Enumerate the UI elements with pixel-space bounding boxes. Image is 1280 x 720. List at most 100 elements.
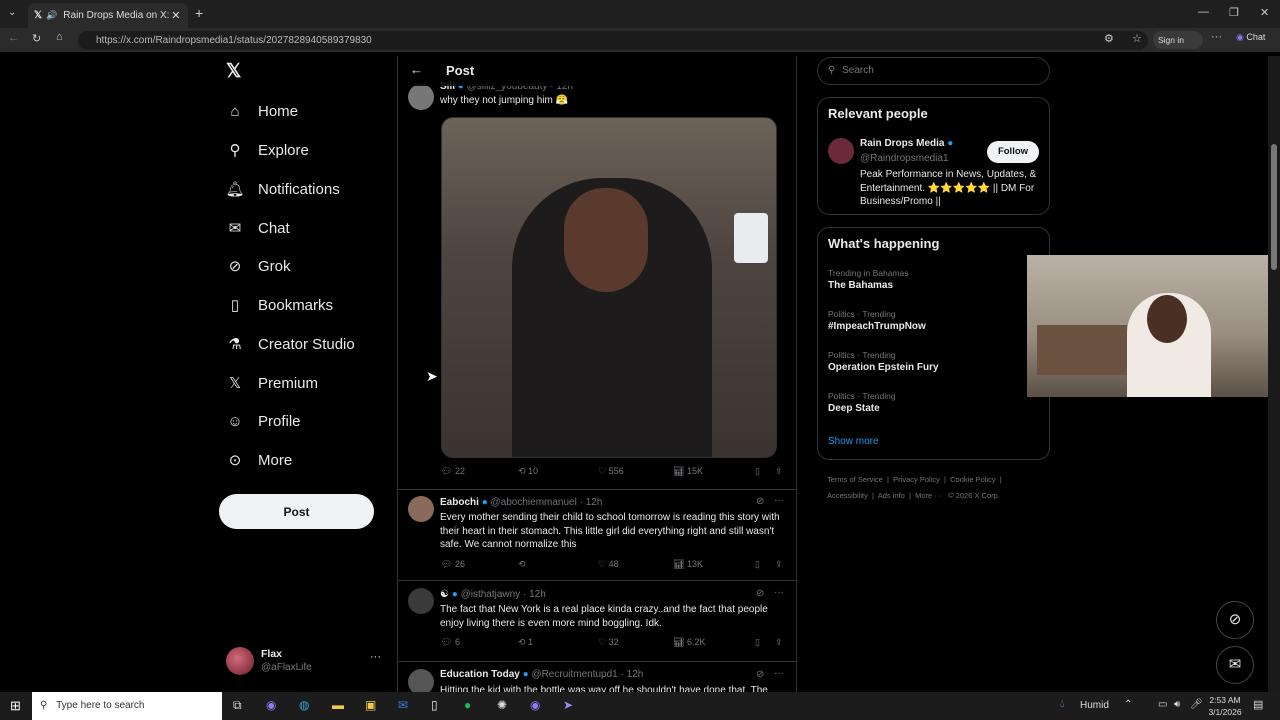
trend-item[interactable]: Politics · Trending Deep State	[828, 391, 896, 414]
views-button[interactable]: 📊︎ 15K	[673, 466, 755, 477]
repost-button[interactable]: ⟲	[518, 559, 598, 570]
footer-link[interactable]: Accessibility	[827, 491, 868, 500]
signin-label: Sign in	[1158, 35, 1184, 45]
new-tab-icon[interactable]: +	[195, 5, 203, 21]
copilot-chat-button[interactable]: ◉ Chat	[1236, 32, 1265, 43]
share-icon[interactable]: ⇪	[775, 559, 783, 570]
share-icon[interactable]: ⇪	[775, 637, 783, 648]
close-window-icon[interactable]: ✕	[1260, 6, 1269, 19]
url-field[interactable]: https://x.com/Raindropsmedia1/status/202…	[78, 31, 1148, 50]
show-more-link[interactable]: Show more	[828, 436, 879, 447]
scrollbar[interactable]	[1268, 56, 1280, 692]
weather-label[interactable]: Humid	[1080, 700, 1109, 711]
like-button[interactable]: ♡ 32	[598, 637, 673, 648]
tweet-more-icon[interactable]: ···	[774, 495, 784, 506]
close-tab-icon[interactable]: ✕	[171, 9, 180, 22]
nav-profile[interactable]: ☺ Profile	[226, 406, 300, 436]
nav-grok[interactable]: ⊘ Grok	[226, 251, 291, 281]
footer-link[interactable]: More ···	[915, 491, 942, 500]
bookmark-icon[interactable]: ▯	[755, 637, 775, 648]
account-switcher[interactable]: Flax @aFlaxLife ···	[226, 646, 386, 678]
scrollbar-thumb[interactable]	[1271, 144, 1277, 270]
audio-icon[interactable]: 🔊	[46, 10, 57, 21]
bookmark-icon[interactable]: ▯	[755, 559, 775, 570]
tab-list-icon[interactable]: ⌄	[8, 7, 16, 18]
tweet-3[interactable]: ☯ ● @isthatjawny · 12h ⊘ ··· The fact th…	[398, 582, 796, 662]
trend-item[interactable]: Politics · Trending #ImpeachTrumpNow	[828, 309, 926, 332]
copilot-icon[interactable]: ◉	[266, 698, 276, 712]
footer-link[interactable]: Ads info	[878, 491, 905, 500]
clock[interactable]: 2:53 AM 3/1/2026	[1206, 694, 1244, 718]
repost-button[interactable]: ⟲ 10	[518, 466, 598, 477]
nav-premium[interactable]: 𝕏 Premium	[226, 368, 318, 398]
nav-notifications[interactable]: 🔔︎ Notifications	[225, 174, 339, 204]
taskbar-search-input[interactable]: ⚲ Type here to search	[32, 692, 222, 720]
mail-icon[interactable]: ✉	[398, 698, 408, 712]
app-icon[interactable]: ➤	[563, 698, 573, 712]
refresh-icon[interactable]: ↻	[32, 32, 41, 45]
views-button[interactable]: 📊︎ 13K	[673, 559, 755, 570]
trend-item[interactable]: Trending in Bahamas The Bahamas	[828, 268, 908, 291]
back-arrow-icon[interactable]: ←	[410, 62, 423, 77]
chatgpt-icon[interactable]: ✺	[497, 698, 507, 712]
nav-home[interactable]: ⌂ Home	[226, 96, 298, 126]
search-input[interactable]: ⚲ Search	[817, 57, 1050, 85]
like-button[interactable]: ♡ 48	[598, 559, 673, 570]
edge-icon[interactable]: ◍	[299, 698, 309, 712]
x-logo-icon[interactable]: 𝕏	[226, 60, 241, 83]
reply-button[interactable]: 💬︎ 6	[441, 637, 518, 648]
spotify-icon[interactable]: ●	[464, 698, 471, 712]
tweet-1[interactable]: Sili ● @silliz_youbeauty · 12h why they …	[398, 78, 796, 490]
minimize-icon[interactable]: —	[1198, 6, 1209, 18]
trend-item[interactable]: Politics · Trending Operation Epstein Fu…	[828, 350, 939, 373]
tweet-more-icon[interactable]: ···	[774, 668, 784, 679]
repost-button[interactable]: ⟲ 1	[518, 637, 598, 648]
share-icon[interactable]: ⇪	[775, 466, 783, 477]
signin-button[interactable]: Sign in	[1153, 31, 1203, 49]
bookmark-icon[interactable]: ▯	[755, 466, 775, 477]
back-icon[interactable]: ←	[8, 32, 19, 44]
tweet-media[interactable]	[441, 117, 777, 458]
maximize-icon[interactable]: ❐	[1229, 6, 1239, 19]
start-icon[interactable]: ⊞	[10, 698, 21, 714]
post-button[interactable]: Post	[219, 494, 374, 529]
store-icon[interactable]: ▣	[365, 698, 376, 712]
grok-explain-icon[interactable]: ⊘	[756, 496, 764, 507]
footer-link[interactable]: Cookie Policy	[950, 475, 995, 484]
account-more-icon[interactable]: ···	[370, 651, 381, 663]
network-icon[interactable]: ▭	[1158, 699, 1167, 710]
nav-more[interactable]: ⊙ More	[226, 445, 292, 475]
more-icon[interactable]: ···	[1211, 31, 1222, 43]
browser-tab[interactable]: 𝕏 🔊 Rain Drops Media on X: "A m ✕	[28, 3, 188, 28]
footer-link[interactable]: Terms of Service	[827, 475, 883, 484]
tweet-more-icon[interactable]: ···	[774, 587, 784, 598]
views-button[interactable]: 📊︎ 6.2K	[673, 637, 755, 648]
extensions-icon[interactable]: ⚙	[1104, 32, 1114, 45]
grok-float-button[interactable]: ⊘	[1216, 601, 1254, 639]
mic-icon[interactable]: 🎤︎	[1190, 699, 1203, 710]
file-explorer-icon[interactable]: ▬	[332, 698, 344, 712]
home-icon[interactable]: ⌂	[56, 31, 63, 43]
nav-explore[interactable]: ⚲ Explore	[226, 135, 309, 165]
notification-icon[interactable]: ▤	[1253, 698, 1263, 711]
reply-button[interactable]: 💬︎ 26	[441, 559, 518, 570]
tray-chevron-icon[interactable]: ⌃	[1124, 699, 1132, 710]
follow-button[interactable]: Follow	[987, 141, 1039, 163]
notes-icon[interactable]: ▯	[431, 698, 438, 712]
volume-icon[interactable]: 🔊︎	[1174, 699, 1180, 710]
nav-creator-studio[interactable]: ⚗ Creator Studio	[226, 329, 354, 359]
messages-float-button[interactable]: ✉	[1216, 646, 1254, 684]
reply-button[interactable]: 💬︎ 22	[441, 466, 518, 477]
footer-link[interactable]: Privacy Policy	[893, 475, 940, 484]
like-button[interactable]: ♡ 556	[598, 466, 673, 477]
tweet-4[interactable]: Education Today ● @Recruitmentupd1 · 12h…	[398, 663, 796, 692]
nav-chat[interactable]: ✉ Chat	[226, 213, 290, 243]
nav-bookmarks[interactable]: ▯ Bookmarks	[226, 290, 333, 320]
tweet-3-text: The fact that New York is a real place k…	[440, 604, 768, 629]
tweet-2[interactable]: Eabochi ● @abochiemmanuel · 12h ⊘ ··· Ev…	[398, 491, 796, 581]
favorite-icon[interactable]: ☆	[1132, 32, 1142, 45]
grok-explain-icon[interactable]: ⊘	[756, 588, 764, 599]
discord-icon[interactable]: ◉	[530, 698, 540, 712]
task-view-icon[interactable]: ⧉	[233, 698, 242, 713]
grok-explain-icon[interactable]: ⊘	[756, 669, 764, 680]
